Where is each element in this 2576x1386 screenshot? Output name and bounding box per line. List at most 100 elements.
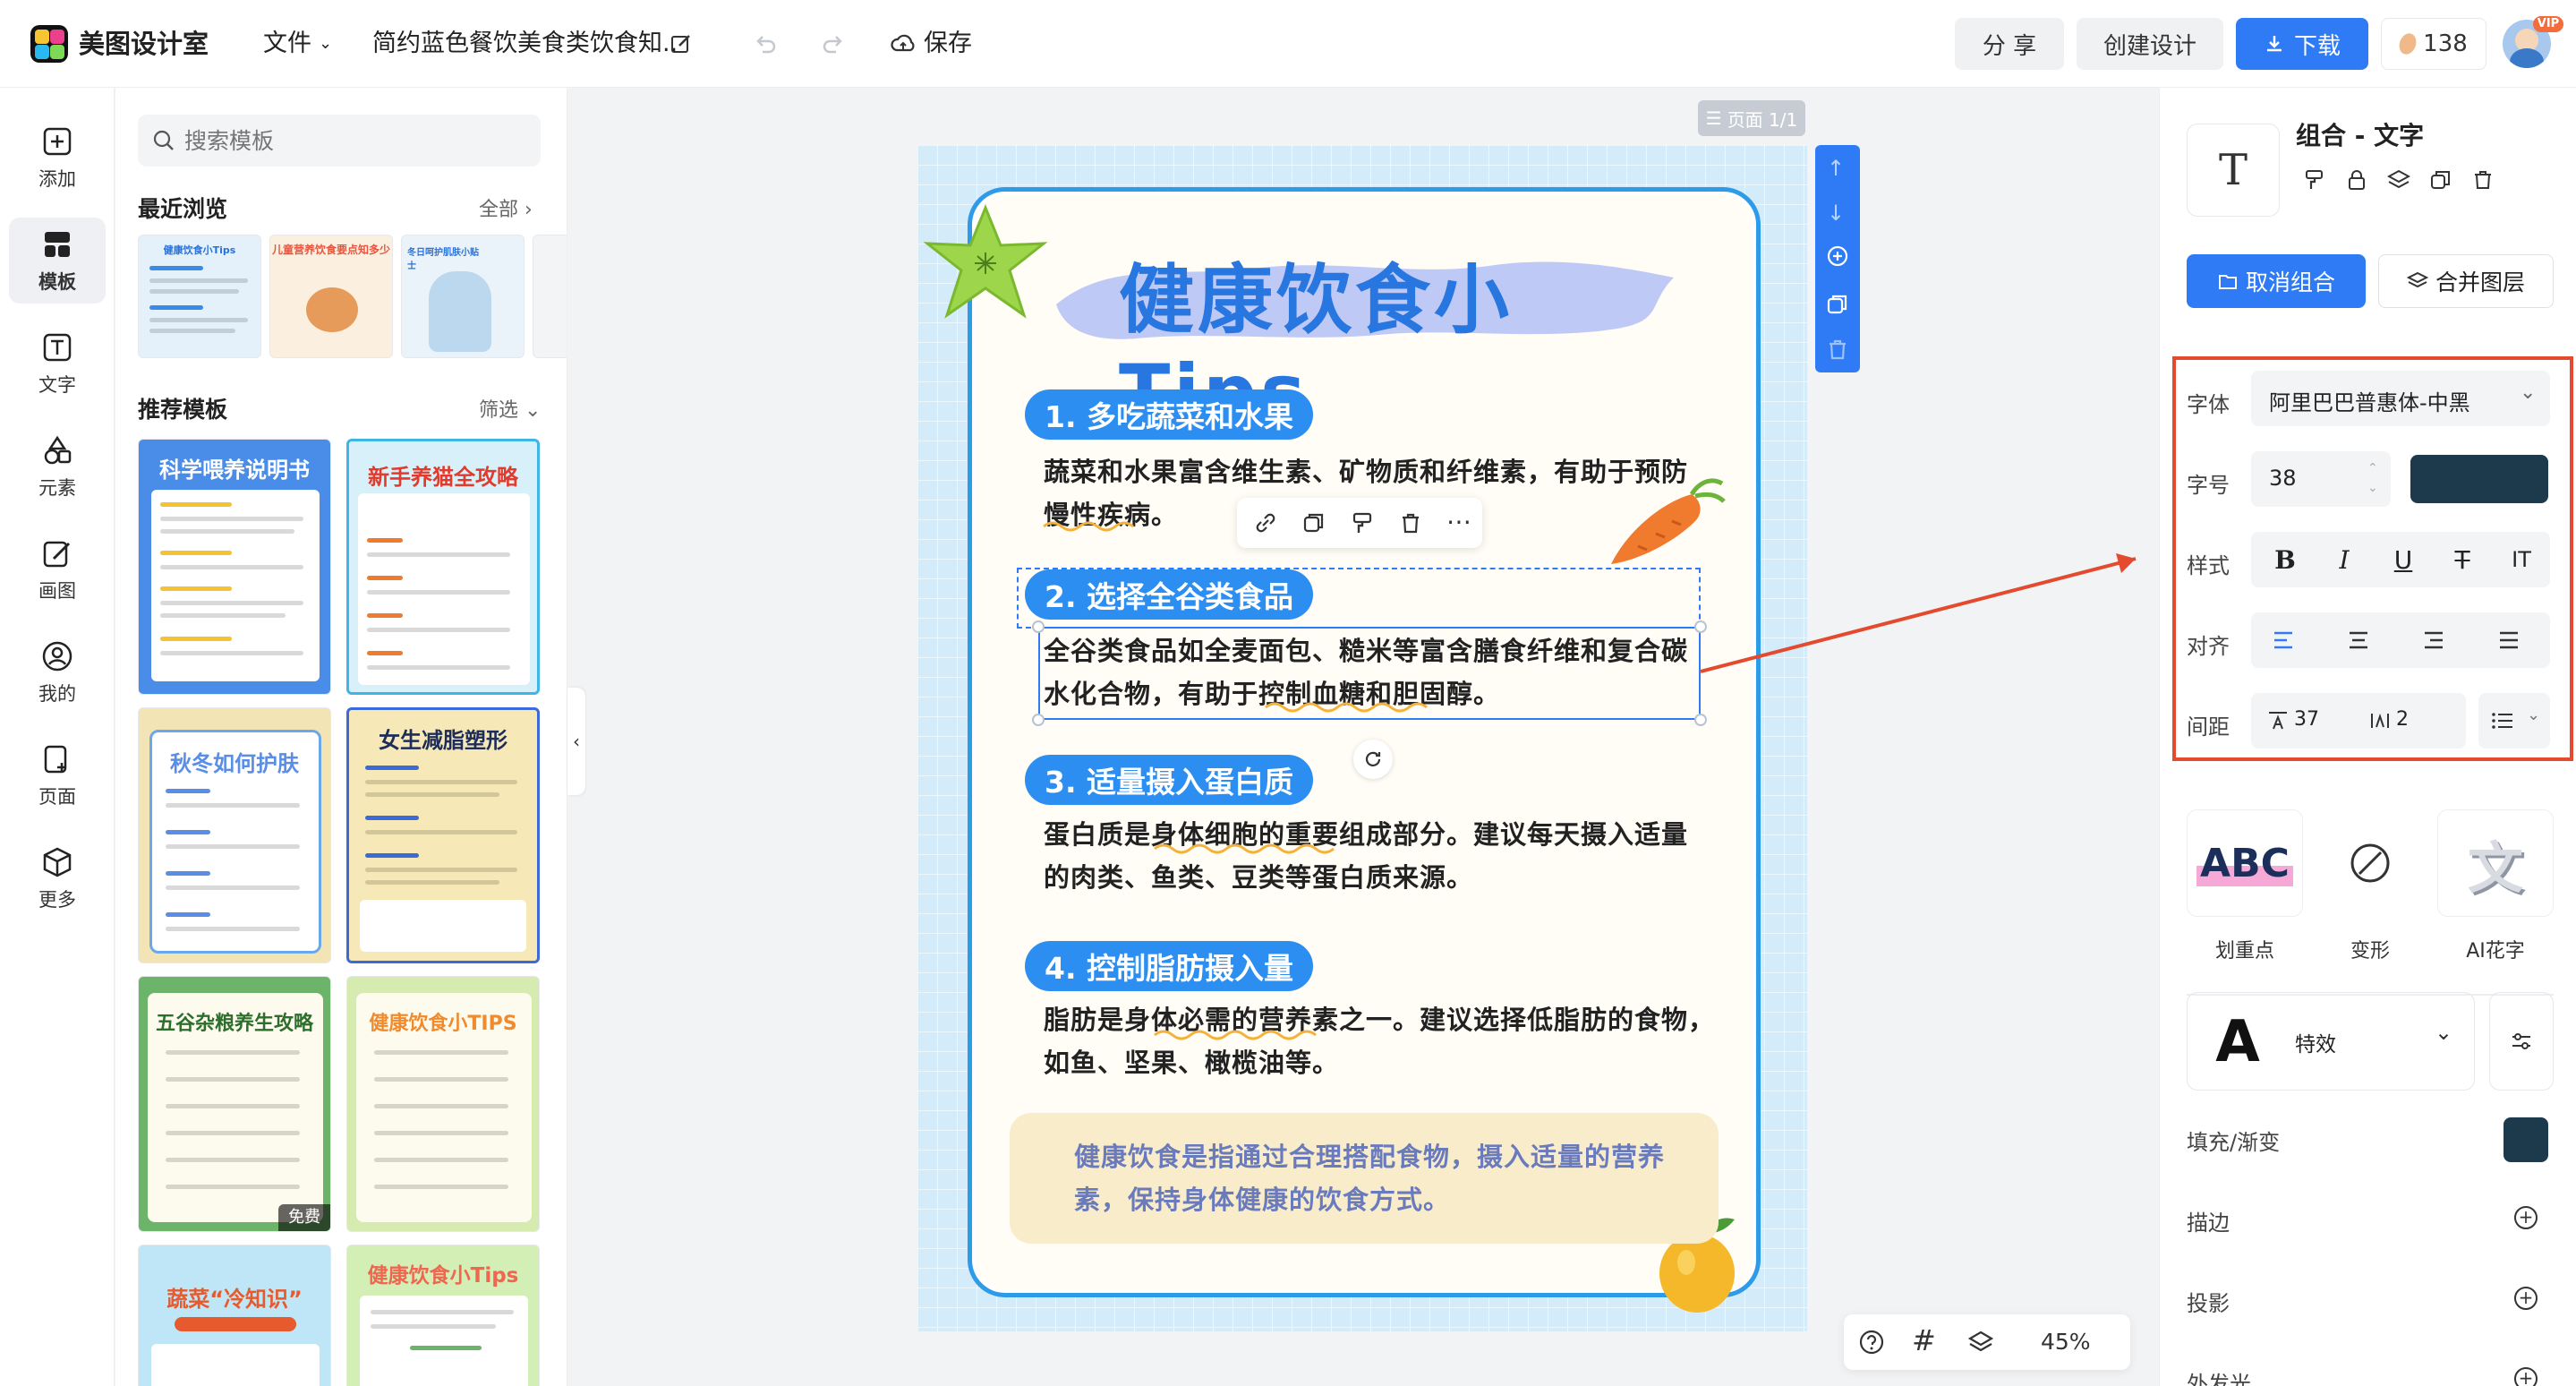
recent-template-title: 冬日呵护肌肤小贴士 — [407, 248, 479, 271]
arrow-down-icon[interactable]: ↓ — [1827, 201, 1845, 226]
delete-page-icon[interactable] — [1825, 337, 1850, 362]
highlight-effect-card[interactable]: ABC — [2187, 809, 2303, 917]
arrow-up-icon[interactable]: ↑ — [1827, 156, 1845, 181]
search-input[interactable] — [184, 127, 525, 154]
layers-icon[interactable] — [1967, 1329, 1994, 1356]
format-painter-icon[interactable] — [2303, 168, 2326, 192]
rail-item-text[interactable]: 文字 — [9, 321, 106, 406]
template-panel: 最近浏览 全部 › 健康饮食小Tips 儿童营养饮食要点知多少 冬日呵护肌肤小贴… — [115, 88, 567, 1386]
link-icon[interactable] — [1253, 510, 1278, 535]
chevron-down-icon: ⌄ — [2435, 1020, 2453, 1045]
recent-template-card[interactable]: 冬日呵护肌肤小贴士 — [401, 235, 525, 358]
template-card[interactable]: 新手养猫全攻略 — [346, 439, 540, 695]
selection-frame[interactable] — [1038, 627, 1701, 720]
app-logo-icon — [30, 25, 68, 63]
redo-icon[interactable] — [820, 30, 847, 57]
ungroup-label: 取消组合 — [2245, 270, 2335, 295]
delete-icon[interactable] — [1398, 510, 1423, 535]
edit-icon[interactable] — [670, 32, 693, 56]
recent-template-card[interactable]: 健康饮食小Tips — [138, 235, 261, 358]
file-menu[interactable]: 文件 ⌄ — [263, 26, 332, 62]
recent-template-card[interactable]: 儿童营养饮食要点知多少 — [269, 235, 393, 358]
list-icon: ☰ — [1705, 107, 1722, 129]
special-effect-select[interactable]: A 特效 ⌄ — [2187, 992, 2475, 1091]
share-button[interactable]: 分 享 — [1955, 18, 2064, 70]
zoom-level[interactable]: 45% — [2041, 1329, 2091, 1355]
more-icon[interactable]: ⋯ — [1446, 507, 1471, 536]
folder-icon — [2218, 275, 2237, 289]
layers-icon[interactable] — [2387, 168, 2410, 192]
rail-item-templates[interactable]: 模板 — [9, 218, 106, 304]
page-indicator[interactable]: ☰ 页面 1/1 — [1698, 100, 1805, 136]
effect-settings-button[interactable] — [2489, 992, 2554, 1091]
filter-button[interactable]: 筛选 ⌄ — [479, 394, 541, 423]
rail-item-mine[interactable]: 我的 — [9, 629, 106, 715]
collapse-panel-button[interactable]: ‹ — [567, 688, 585, 795]
template-card[interactable]: 科学喂养说明书 — [138, 439, 331, 695]
rail-item-elements[interactable]: 元素 — [9, 424, 106, 509]
recent-template-card[interactable] — [533, 235, 567, 358]
template-card[interactable]: 秋冬如何护肤 — [138, 707, 331, 963]
vip-badge: VIP — [2533, 16, 2563, 32]
summary-text[interactable]: 健康饮食是指通过合理搭配食物，摄入适量的营养素，保持身体健康的饮食方式。 — [1074, 1135, 1683, 1221]
delete-icon[interactable] — [2471, 168, 2495, 192]
help-icon[interactable] — [1858, 1329, 1885, 1356]
search-box[interactable] — [138, 115, 541, 167]
section-heading-1[interactable]: 1. 多吃蔬菜和水果 — [1025, 389, 1313, 440]
ungroup-button[interactable]: 取消组合 — [2187, 254, 2366, 308]
recent-template-title: 健康饮食小Tips — [163, 244, 236, 256]
create-design-button[interactable]: 创建设计 — [2077, 18, 2223, 70]
ai-flower-text-card[interactable]: 文 — [2437, 809, 2554, 917]
add-shadow-icon[interactable]: + — [2514, 1287, 2538, 1310]
duplicate-icon[interactable] — [1301, 510, 1326, 535]
resize-handle[interactable] — [1694, 714, 1707, 726]
transform-effect-card[interactable] — [2312, 809, 2428, 917]
template-card[interactable]: 五谷杂粮养生攻略 免费 — [138, 976, 331, 1232]
shapes-icon — [44, 435, 72, 465]
resize-handle[interactable] — [1032, 714, 1045, 726]
copy-page-icon[interactable] — [1825, 292, 1850, 317]
credits-button[interactable]: 138 — [2381, 18, 2486, 70]
template-card[interactable]: 女生减脂塑形 — [346, 707, 540, 963]
template-card[interactable]: 健康饮食小Tips — [346, 1245, 540, 1386]
document-title[interactable]: 简约蓝色餐饮美食类饮食知... — [372, 26, 677, 62]
add-glow-icon[interactable]: + — [2514, 1367, 2538, 1386]
rotate-handle[interactable] — [1353, 740, 1393, 779]
merge-layers-label: 合并图层 — [2435, 270, 2525, 295]
rail-item-pages[interactable]: 页面 — [9, 732, 106, 818]
abc-highlight-icon: ABC — [2196, 840, 2293, 886]
merge-layers-button[interactable]: 合并图层 — [2378, 254, 2554, 308]
effect-label: 划重点 — [2214, 940, 2274, 962]
fill-color-swatch[interactable] — [2503, 1117, 2548, 1162]
template-card-title: 秋冬如何护肤 — [170, 751, 299, 776]
add-page-icon[interactable] — [1825, 244, 1850, 269]
rail-item-add[interactable]: 添加 — [9, 115, 106, 201]
recommend-title: 推荐模板 — [138, 397, 228, 423]
selection-title: 组合 - 文字 — [2296, 121, 2425, 150]
file-menu-label: 文件 — [263, 30, 311, 57]
fill-label: 填充/渐变 — [2187, 1130, 2281, 1155]
annotation-highlight-box — [2172, 356, 2573, 761]
rail-label: 模板 — [38, 271, 76, 293]
save-button[interactable]: 保存 — [890, 26, 972, 62]
template-card-title: 蔬菜“冷知识” — [166, 1287, 303, 1312]
add-stroke-icon[interactable]: + — [2514, 1206, 2538, 1229]
ai-text-icon: 文 — [2467, 835, 2523, 901]
rail-label: 添加 — [38, 168, 76, 190]
format-painter-icon[interactable] — [1350, 510, 1375, 535]
template-card[interactable]: 蔬菜“冷知识” — [138, 1245, 331, 1386]
star-fruit-decoration[interactable] — [918, 202, 1053, 328]
app-name: 美图设计室 — [79, 29, 209, 59]
lock-icon[interactable] — [2345, 168, 2368, 192]
download-button[interactable]: 下载 — [2236, 18, 2368, 70]
template-card[interactable]: 健康饮食小TIPS — [346, 976, 540, 1232]
duplicate-icon[interactable] — [2429, 168, 2452, 192]
user-icon — [42, 641, 73, 672]
grid-icon[interactable]: # — [1912, 1323, 1936, 1357]
rail-item-more[interactable]: 更多 — [9, 835, 106, 921]
recent-more-link[interactable]: 全部 › — [479, 193, 533, 222]
rail-item-draw[interactable]: 画图 — [9, 526, 106, 612]
chevron-down-icon: ⌄ — [525, 399, 542, 422]
resize-handle[interactable] — [1032, 620, 1045, 633]
undo-icon[interactable] — [752, 30, 779, 57]
